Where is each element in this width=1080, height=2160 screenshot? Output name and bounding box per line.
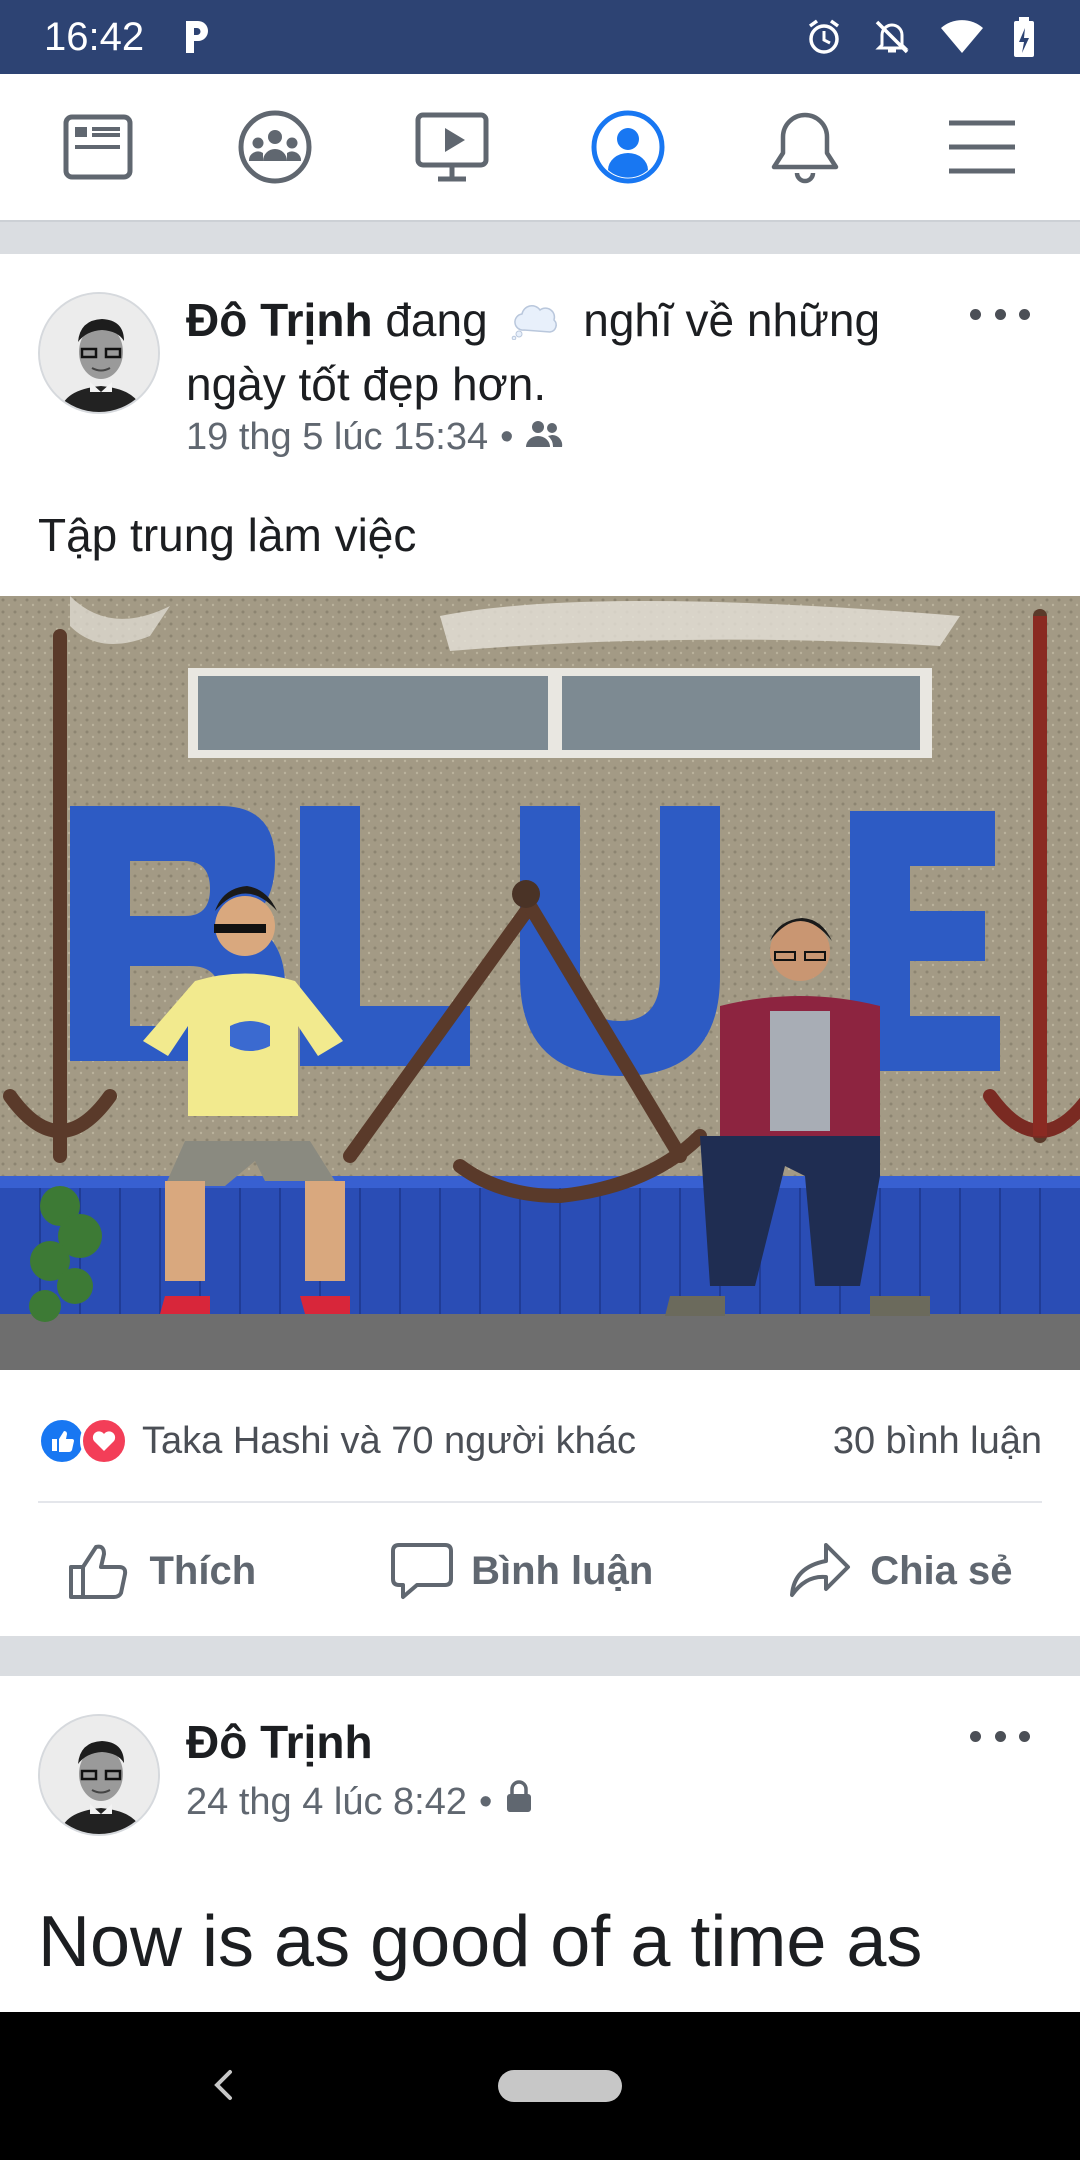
- like-icon: [69, 1544, 128, 1599]
- like-reaction-icon: [38, 1417, 86, 1465]
- watch-tab[interactable]: [392, 87, 512, 207]
- top-navigation: [0, 74, 1080, 222]
- notifications-tab[interactable]: [745, 87, 865, 207]
- back-button[interactable]: [200, 2060, 250, 2110]
- author-avatar[interactable]: [38, 292, 160, 414]
- lock-icon: [504, 1780, 534, 1824]
- thought-bubble-icon: [510, 294, 560, 354]
- post-text: Now is as good of a time as: [38, 1902, 923, 1982]
- comment-icon: [391, 1543, 454, 1599]
- divider: [38, 1501, 1042, 1503]
- notifications-icon: [771, 112, 839, 184]
- post-header: Đô Trịnh đang nghĩ về những ngày tốt đẹp…: [186, 290, 930, 414]
- author-avatar[interactable]: [38, 1714, 160, 1836]
- comments-count[interactable]: 30 bình luận: [833, 1420, 1042, 1463]
- post-meta: 24 thg 4 lúc 8:42 •: [186, 1780, 534, 1824]
- comment-label: Bình luận: [471, 1548, 654, 1593]
- home-button[interactable]: [498, 2070, 622, 2102]
- share-label: Chia sẻ: [870, 1548, 1013, 1593]
- mute-notifications-icon: [872, 17, 912, 57]
- post-meta: 19 thg 5 lúc 15:34 •: [186, 416, 563, 459]
- meta-separator: •: [500, 416, 514, 458]
- watch-icon: [415, 112, 489, 182]
- chevron-left-icon: [214, 2070, 232, 2100]
- header-activity-verb: đang: [385, 294, 488, 346]
- reactions-summary[interactable]: Taka Hashi và 70 người khác 30 bình luận: [38, 1406, 1042, 1476]
- friends-icon: [525, 416, 563, 459]
- love-reaction-icon: [80, 1417, 128, 1465]
- post-timestamp[interactable]: 24 thg 4 lúc 8:42: [186, 1781, 467, 1824]
- alarm-icon: [804, 17, 844, 57]
- profile-tab[interactable]: [568, 87, 688, 207]
- reactions-text: Taka Hashi và 70 người khác: [142, 1419, 636, 1462]
- news-feed-tab[interactable]: [38, 87, 158, 207]
- post-header: Đô Trịnh: [186, 1712, 930, 1772]
- author-name[interactable]: Đô Trịnh: [186, 294, 373, 346]
- share-button[interactable]: Chia sẻ: [788, 1541, 1013, 1601]
- post-card: Đô Trịnh 24 thg 4 lúc 8:42 • Now is as g…: [0, 1676, 1080, 2012]
- groups-icon: [238, 110, 312, 184]
- post-timestamp[interactable]: 19 thg 5 lúc 15:34: [186, 416, 488, 459]
- status-bar: 16:42: [0, 0, 1080, 74]
- post-actions: Thích Bình luận Chia sẻ: [0, 1506, 1080, 1636]
- comment-button[interactable]: Bình luận: [391, 1541, 653, 1601]
- post-text: Tập trung làm việc: [38, 509, 417, 561]
- menu-icon: [948, 120, 1015, 174]
- share-icon: [790, 1543, 851, 1597]
- like-label: Thích: [149, 1548, 257, 1593]
- author-name[interactable]: Đô Trịnh: [186, 1716, 373, 1768]
- status-time: 16:42: [44, 14, 145, 59]
- system-navigation-bar: [0, 2012, 1080, 2160]
- like-button[interactable]: Thích: [67, 1541, 256, 1601]
- meta-separator: •: [479, 1780, 493, 1823]
- battery-icon: [1012, 16, 1036, 58]
- post-card: Đô Trịnh đang nghĩ về những ngày tốt đẹp…: [0, 254, 1080, 1636]
- post-options-button[interactable]: [970, 1716, 1030, 1756]
- news-feed-icon: [63, 114, 133, 180]
- p-icon: [180, 17, 214, 57]
- wifi-icon: [940, 19, 984, 55]
- profile-icon: [591, 110, 665, 184]
- post-options-button[interactable]: [970, 294, 1030, 334]
- groups-tab[interactable]: [215, 87, 335, 207]
- reaction-icons: [38, 1417, 128, 1465]
- menu-tab[interactable]: [922, 87, 1042, 207]
- post-photo[interactable]: [0, 596, 1080, 1370]
